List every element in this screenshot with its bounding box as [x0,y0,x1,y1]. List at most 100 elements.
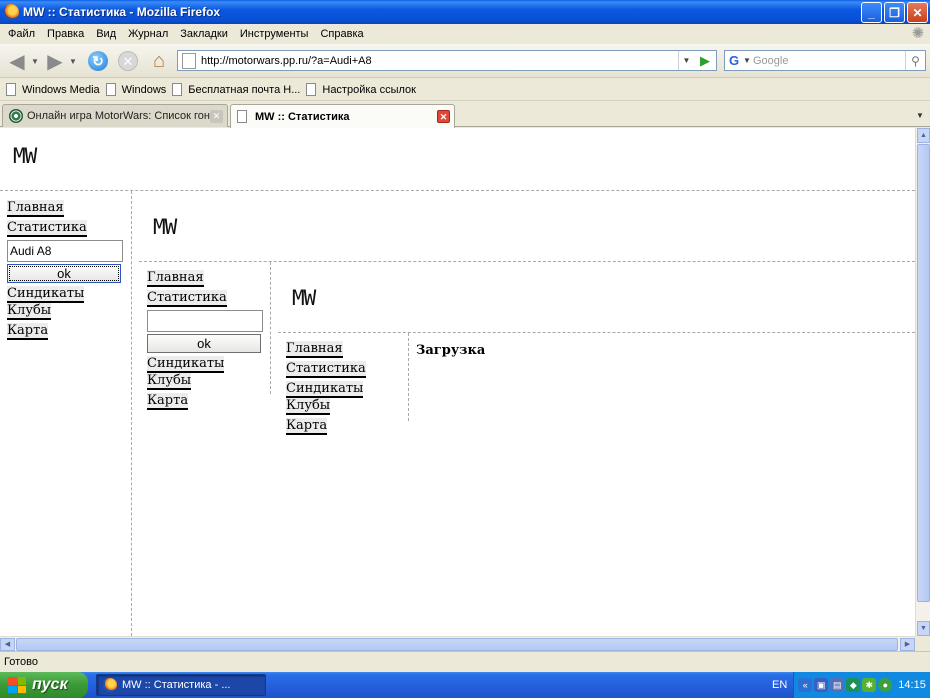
search-button[interactable]: ⚲ [905,51,925,70]
search-icon: ⚲ [911,53,920,68]
close-button[interactable]: ✕ [907,2,928,23]
nav-home-link[interactable]: Главная [7,200,64,217]
main-frame: MW Главная Статистика Синдикаты Клубы Ка… [271,262,915,636]
stop-icon: ✕ [118,51,138,71]
nav-map-link[interactable]: Карта [7,323,49,340]
menu-bookmarks[interactable]: Закладки [174,28,234,40]
bookmark-item[interactable]: Настройка ссылок [306,83,416,96]
car-search-input[interactable] [147,310,263,332]
search-engine-button[interactable]: G [725,51,743,70]
close-tab-icon[interactable]: ✕ [210,109,223,123]
vertical-scroll-thumb[interactable] [917,144,930,602]
chevron-down-icon: ▼ [916,110,924,120]
nav-clubs-link[interactable]: Клубы [286,398,331,415]
page-icon [182,52,196,69]
maximize-button[interactable]: ❐ [884,2,905,23]
back-history-dropdown[interactable]: ▼ [30,49,40,73]
menu-edit[interactable]: Правка [41,28,90,40]
home-icon: ⌂ [152,49,166,72]
nav-stats-link[interactable]: Статистика [7,220,87,237]
menu-bar: Файл Правка Вид Журнал Закладки Инструме… [0,24,930,44]
bookmark-item[interactable]: Бесплатная почта Н... [172,83,300,96]
chevron-down-icon: ▼ [31,56,39,66]
tab-label: MW :: Статистика [255,110,350,123]
nav-syndicates-link[interactable]: Синдикаты [286,381,364,398]
back-button[interactable]: ◀ [4,49,30,73]
page-icon [172,83,183,96]
site-favicon-icon [9,109,23,123]
search-input[interactable] [753,54,905,67]
firefox-icon [103,678,117,692]
tray-app-icon[interactable]: ◆ [846,678,861,692]
taskbar-window-button[interactable]: MW :: Статистика - ... [96,674,266,696]
tray-status-icon[interactable]: ● [878,678,893,692]
nav-clubs-link[interactable]: Клубы [7,303,52,320]
ok-button[interactable]: ok [7,264,121,283]
nav-stats-link[interactable]: Статистика [147,290,227,307]
menu-file[interactable]: Файл [2,28,41,40]
scroll-up-button[interactable]: ▲ [917,128,930,143]
tray-arrow-icon[interactable]: « [798,678,813,692]
vertical-scrollbar[interactable]: ▲ ▼ [915,128,930,636]
chevron-down-icon[interactable]: ▼ [743,56,753,65]
car-search-input[interactable] [7,240,123,262]
language-indicator[interactable]: EN [772,679,787,691]
nav-syndicates-link[interactable]: Синдикаты [7,286,85,303]
tab-motorwars-list[interactable]: Онлайн игра MotorWars: Список гон... ✕ [2,104,228,127]
tab-mw-statistics[interactable]: MW :: Статистика ✕ [230,104,455,128]
page-icon [237,110,247,123]
page-icon [306,83,317,96]
site-logo: MW [13,144,37,168]
scroll-down-button[interactable]: ▼ [917,621,930,636]
url-history-dropdown[interactable]: ▼ [678,51,694,70]
nav-home-link[interactable]: Главная [147,270,204,287]
minimize-button[interactable]: _ [861,2,882,23]
reload-icon: ↻ [88,51,108,71]
tray-network-icon[interactable]: ▣ [814,678,829,692]
forward-arrow-icon: ▶ [47,50,63,73]
loading-text: Загрузка [416,343,486,358]
start-button[interactable]: пуск [0,672,88,698]
go-arrow-icon: ▶ [700,52,710,68]
bookmark-item[interactable]: Windows Media [6,83,100,96]
scroll-left-button[interactable]: ◀ [0,638,15,651]
nav-map-link[interactable]: Карта [147,393,189,410]
horizontal-scroll-thumb[interactable] [16,638,898,651]
tab-list-button[interactable]: ▼ [912,106,928,124]
throbber-icon: ✺ [911,25,925,42]
site-header: MW [139,191,915,262]
taskbar-window-label: MW :: Статистика - ... [122,679,231,691]
nav-syndicates-link[interactable]: Синдикаты [147,356,225,373]
nav-stats-link[interactable]: Статистика [286,361,366,378]
menu-tools[interactable]: Инструменты [234,28,315,40]
forward-history-dropdown[interactable]: ▼ [68,49,78,73]
forward-button[interactable]: ▶ [42,49,68,73]
tray-security-icon[interactable]: ✱ [862,678,877,692]
title-bar: MW :: Статистика - Mozilla Firefox _ ❐ ✕ [0,0,930,24]
home-button[interactable]: ⌂ [146,49,172,73]
site-logo: MW [292,286,316,310]
tray-display-icon[interactable]: ▤ [830,678,845,692]
go-button[interactable]: ▶ [694,51,716,70]
url-input[interactable] [201,54,678,67]
close-tab-icon[interactable]: ✕ [437,110,450,123]
site-header: MW [278,262,915,333]
tab-label: Онлайн игра MotorWars: Список гон... [27,110,210,122]
bookmark-item[interactable]: Windows [105,83,166,96]
horizontal-scrollbar[interactable]: ◀ ▶ [0,636,915,651]
nav-map-link[interactable]: Карта [286,418,328,435]
site-header: MW [0,128,915,191]
scroll-right-button[interactable]: ▶ [900,638,915,651]
stop-button[interactable]: ✕ [116,49,140,73]
nav-clubs-link[interactable]: Клубы [147,373,192,390]
sidebar-nav: Главная Статистика Синдикаты Клубы Карта [278,333,409,435]
page-icon [105,83,116,96]
firefox-icon [3,4,19,20]
menu-history[interactable]: Журнал [122,28,174,40]
menu-help[interactable]: Справка [314,28,369,40]
menu-view[interactable]: Вид [90,28,122,40]
ok-button[interactable]: ok [147,334,261,353]
bookmark-label: Windows Media [22,83,100,96]
nav-home-link[interactable]: Главная [286,341,343,358]
reload-button[interactable]: ↻ [86,49,110,73]
